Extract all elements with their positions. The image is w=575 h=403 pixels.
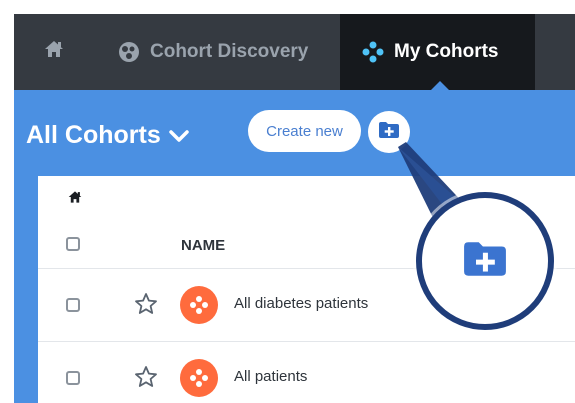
zoom-callout bbox=[416, 192, 554, 330]
app-frame: Cohort Discovery My Cohorts All Cohorts … bbox=[0, 0, 575, 403]
add-folder-icon bbox=[462, 240, 508, 283]
